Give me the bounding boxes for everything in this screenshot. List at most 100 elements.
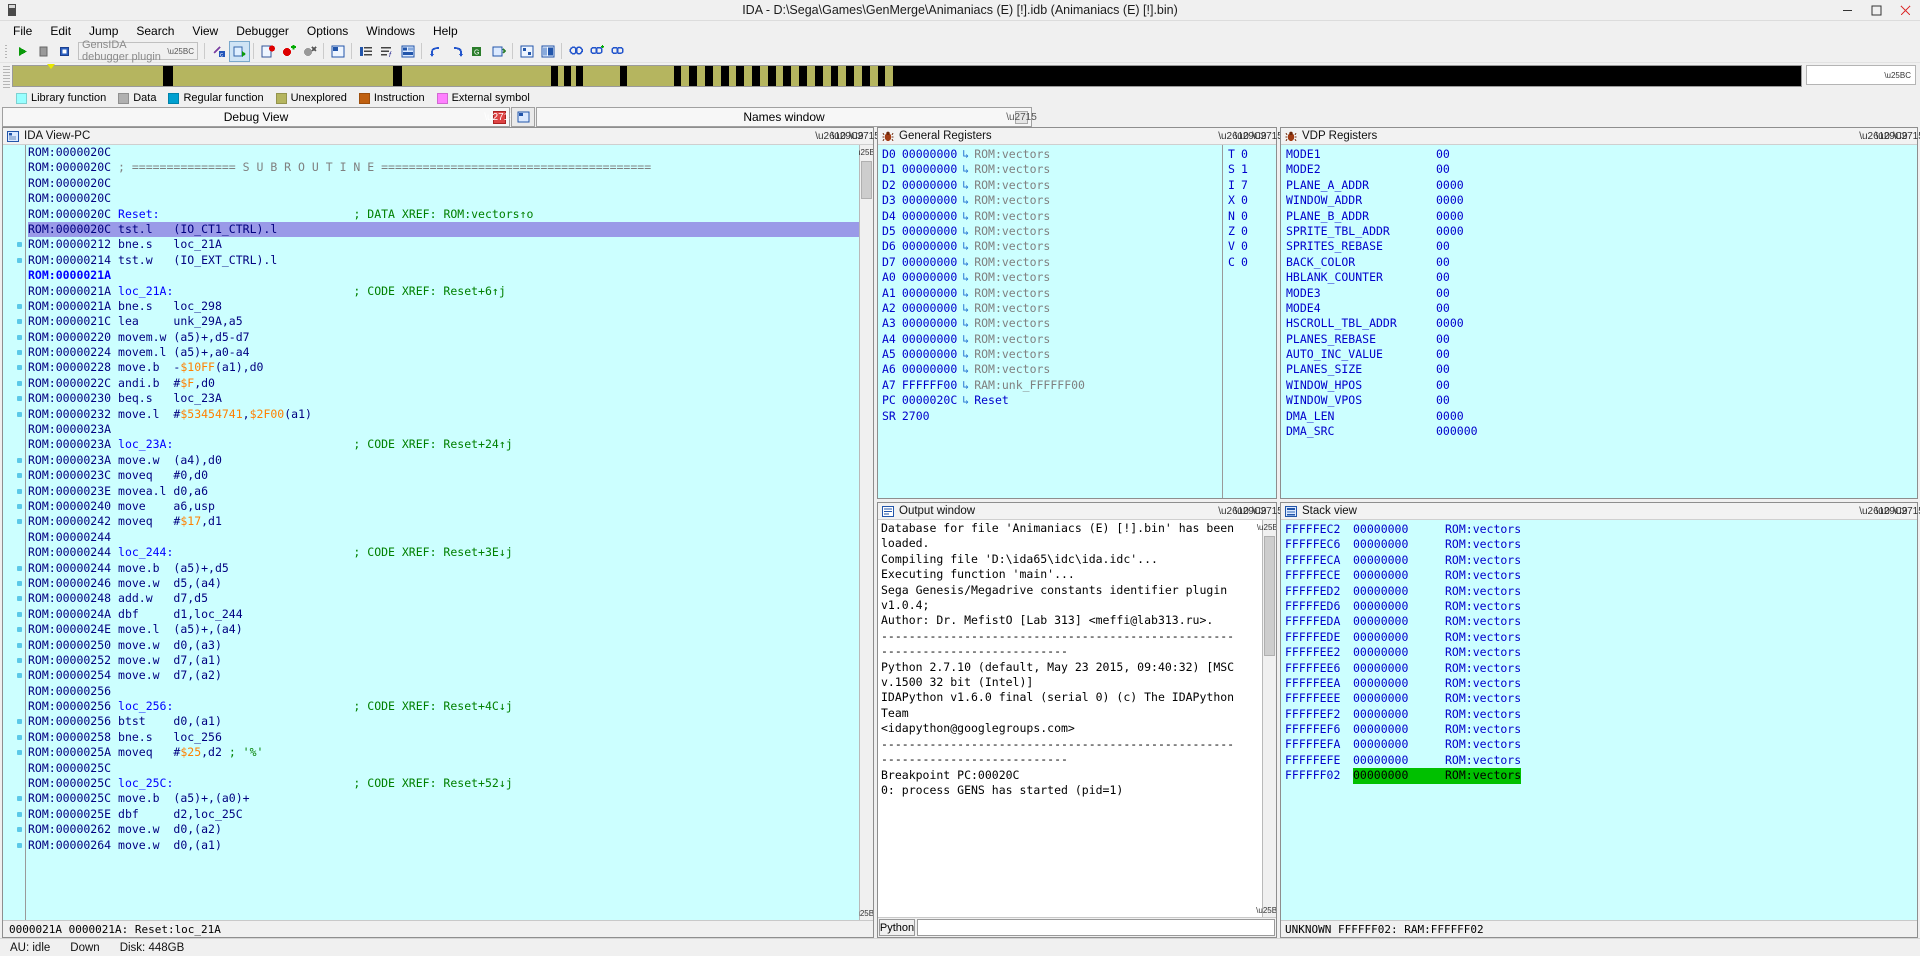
line-label[interactable]: Reset:	[118, 207, 160, 221]
jump-arrow-icon[interactable]: ↳	[962, 362, 969, 377]
status-flag-row[interactable]: X0	[1228, 193, 1276, 208]
vdp-register-row[interactable]: HBLANK_COUNTER00	[1286, 270, 1917, 285]
disassembly-line[interactable]: ROM:00000244 move.b (a5)+,d5	[28, 561, 859, 576]
line-label[interactable]: loc_23A:	[118, 437, 173, 451]
register-value[interactable]: 0000020C	[902, 393, 957, 408]
stack-symbol[interactable]: ROM:vectors	[1445, 522, 1521, 537]
disassembly-line[interactable]: ROM:00000228 move.b -$10FF(a1),d0	[28, 360, 859, 375]
disassembly-line[interactable]: ROM:00000214 tst.w (IO_EXT_CTRL).l	[28, 253, 859, 268]
jump-arrow-icon[interactable]: ↳	[962, 255, 969, 270]
line-operands[interactable]: (a5)+,d5	[173, 561, 228, 575]
line-operands[interactable]: loc_298	[173, 299, 221, 313]
vdp-register-value[interactable]: 0000	[1436, 209, 1464, 224]
stack-value[interactable]: 00000000	[1353, 768, 1445, 783]
vdp-register-row[interactable]: BACK_COLOR00	[1286, 255, 1917, 270]
jump-to-address-button[interactable]: G	[468, 42, 487, 61]
maximize-button[interactable]	[1862, 0, 1891, 21]
stack-value[interactable]: 00000000	[1353, 568, 1445, 583]
step-into-button[interactable]: c	[209, 42, 228, 61]
disassembly-line[interactable]: ROM:0000023A move.w (a4),d0	[28, 453, 859, 468]
disassembly-scrollbar[interactable]: \u25B2 \u25BC	[859, 145, 873, 920]
register-value[interactable]: 00000000	[902, 270, 957, 285]
vdp-register-value[interactable]: 0000	[1436, 178, 1464, 193]
line-label[interactable]: loc_21A:	[118, 284, 173, 298]
register-row[interactable]: D300000000↳ROM:vectors	[882, 193, 1222, 208]
stack-rows[interactable]: FFFFFEC200000000ROM:vectorsFFFFFEC600000…	[1281, 520, 1917, 920]
register-row[interactable]: D000000000↳ROM:vectors	[882, 147, 1222, 162]
jump-arrow-icon[interactable]: ↳	[962, 286, 969, 301]
stack-row[interactable]: FFFFFEEE00000000ROM:vectors	[1285, 691, 1917, 706]
register-row[interactable]: D100000000↳ROM:vectors	[882, 162, 1222, 177]
run-button[interactable]	[13, 42, 32, 61]
close-icon[interactable]: \u2715	[1900, 504, 1917, 519]
flag-value[interactable]: 0	[1241, 255, 1248, 270]
status-flags-list[interactable]: T0S1I7X0N0Z0V0C0	[1222, 145, 1276, 498]
close-icon[interactable]: \u2715	[1900, 129, 1917, 144]
flag-value[interactable]: 0	[1241, 239, 1248, 254]
flag-value[interactable]: 1	[1241, 162, 1248, 177]
stack-row[interactable]: FFFFFEF200000000ROM:vectors	[1285, 707, 1917, 722]
search-options-button[interactable]	[608, 42, 627, 61]
stack-symbol[interactable]: ROM:vectors	[1445, 722, 1521, 737]
output-scrollbar[interactable]: \u25B2 \u25BC	[1262, 520, 1276, 917]
disassembly-line[interactable]: ROM:00000250 move.w d0,(a3)	[28, 638, 859, 653]
jump-arrow-icon[interactable]: ↳	[962, 178, 969, 193]
stack-symbol[interactable]: ROM:vectors	[1445, 537, 1521, 552]
disassembly-line[interactable]: ROM:00000254 move.w d7,(a2)	[28, 668, 859, 683]
flag-value[interactable]: 0	[1241, 193, 1248, 208]
register-row[interactable]: A300000000↳ROM:vectors	[882, 316, 1222, 331]
stack-value[interactable]: 00000000	[1353, 537, 1445, 552]
disassembly-line[interactable]: ROM:0000020C	[28, 191, 859, 206]
line-operands[interactable]: d7,(a1)	[173, 653, 221, 667]
register-symbol[interactable]: ROM:vectors	[974, 209, 1050, 224]
debugger-plugin-selector[interactable]: GensIDA debugger plugin \u25BC	[78, 42, 198, 60]
register-value[interactable]: 00000000	[902, 239, 957, 254]
open-view-button[interactable]	[328, 42, 347, 61]
stack-row[interactable]: FFFFFEFE00000000ROM:vectors	[1285, 753, 1917, 768]
status-flag-row[interactable]: T0	[1228, 147, 1276, 162]
registers-list[interactable]: D000000000↳ROM:vectorsD100000000↳ROM:vec…	[878, 145, 1222, 498]
register-value[interactable]: 00000000	[902, 178, 957, 193]
vdp-register-value[interactable]: 000000	[1436, 424, 1478, 439]
jump-arrow-icon[interactable]: ↳	[962, 378, 969, 393]
disassembly-line[interactable]: ROM:00000244 loc_244: ; CODE XREF: Reset…	[28, 545, 859, 560]
line-operands[interactable]: #$53454741,$2F00(a1)	[173, 407, 312, 421]
list-view-button[interactable]	[356, 42, 375, 61]
jump-arrow-icon[interactable]: ↳	[962, 347, 969, 362]
line-operands[interactable]: (IO_CT1_CTRL).l	[173, 222, 277, 236]
breakpoint-list-button[interactable]	[258, 42, 277, 61]
line-operands[interactable]: loc_256	[173, 730, 221, 744]
register-symbol[interactable]: Reset	[974, 393, 1009, 408]
menu-item-search[interactable]: Search	[127, 22, 183, 40]
disassembly-line[interactable]: ROM:0000023A loc_23A: ; CODE XREF: Reset…	[28, 437, 859, 452]
disassembly-line[interactable]: ROM:0000025C move.b (a5)+,(a0)+	[28, 791, 859, 806]
disassembly-line[interactable]: ROM:0000020C	[28, 176, 859, 191]
stack-row[interactable]: FFFFFED600000000ROM:vectors	[1285, 599, 1917, 614]
register-symbol[interactable]: RAM:unk_FFFFFF00	[974, 378, 1085, 393]
disassembly-line[interactable]: ROM:00000256 btst d0,(a1)	[28, 714, 859, 729]
disassembly-line[interactable]: ROM:0000021C lea unk_29A,a5	[28, 314, 859, 329]
navband-grip[interactable]	[3, 66, 10, 88]
register-row[interactable]: D400000000↳ROM:vectors	[882, 209, 1222, 224]
stack-value[interactable]: 00000000	[1353, 614, 1445, 629]
register-value[interactable]: 00000000	[902, 224, 957, 239]
stack-row[interactable]: FFFFFEEA00000000ROM:vectors	[1285, 676, 1917, 691]
register-row[interactable]: A200000000↳ROM:vectors	[882, 301, 1222, 316]
stack-row[interactable]: FFFFFEE200000000ROM:vectors	[1285, 645, 1917, 660]
stack-row[interactable]: FFFFFEDA00000000ROM:vectors	[1285, 614, 1917, 629]
register-row[interactable]: PC0000020C↳Reset	[882, 393, 1222, 408]
line-operands[interactable]: #$F,d0	[173, 376, 215, 390]
line-operands[interactable]: #$17,d1	[173, 514, 222, 528]
search-binary-button[interactable]	[566, 42, 585, 61]
scroll-up-button[interactable]: \u25B2	[860, 145, 873, 159]
register-symbol[interactable]: ROM:vectors	[974, 239, 1050, 254]
vdp-register-value[interactable]: 00	[1436, 162, 1450, 177]
jump-arrow-icon[interactable]: ↳	[962, 316, 969, 331]
menu-item-edit[interactable]: Edit	[41, 22, 80, 40]
flag-value[interactable]: 0	[1241, 209, 1248, 224]
stack-value[interactable]: 00000000	[1353, 676, 1445, 691]
stack-symbol[interactable]: ROM:vectors	[1445, 584, 1521, 599]
register-value[interactable]: FFFFFF00	[902, 378, 957, 393]
disassembly-line[interactable]: ROM:00000256	[28, 684, 859, 699]
vdp-register-row[interactable]: MODE200	[1286, 162, 1917, 177]
